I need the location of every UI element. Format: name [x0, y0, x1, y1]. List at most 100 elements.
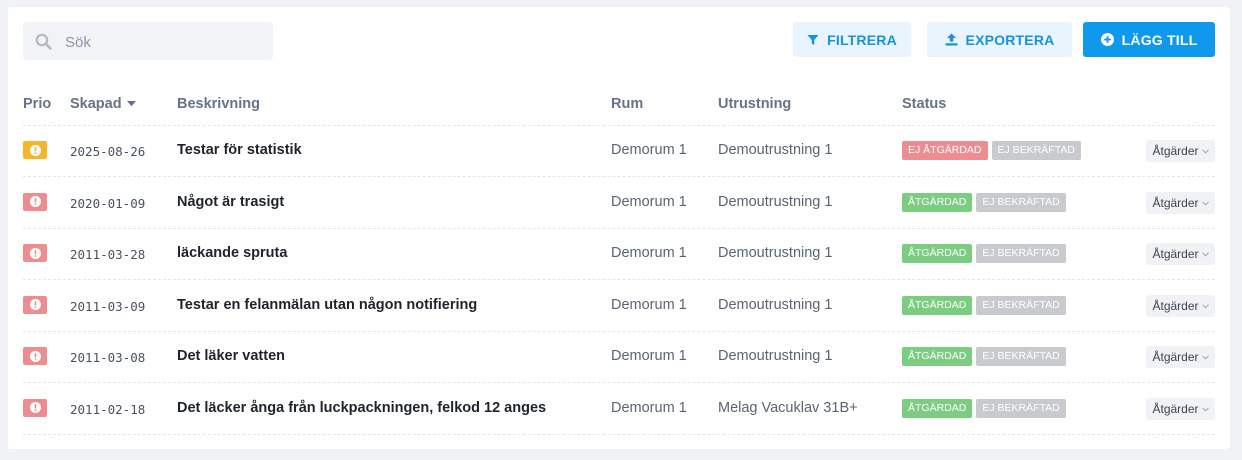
column-header-room[interactable]: Rum: [611, 96, 643, 112]
report-description[interactable]: Testar för statistik: [177, 142, 302, 158]
created-date: 2011-03-28: [70, 247, 146, 262]
search-icon: [35, 33, 52, 50]
status-badges: ÅTGÄRDAD EJ BEKRÄFTAD: [902, 244, 1066, 263]
actions-dropdown-label: Åtgärder: [1152, 401, 1199, 416]
status-badge: EJ ÅTGÄRDAD: [902, 141, 988, 160]
report-description[interactable]: Testar en felanmälan utan någon notifier…: [177, 297, 477, 313]
add-button-label: LÄGG TILL: [1121, 31, 1198, 48]
chevron-down-icon: [1201, 200, 1209, 206]
equipment-name: Demoutrustning 1: [718, 193, 833, 210]
search-box[interactable]: [23, 22, 273, 62]
table-row[interactable]: 2011-02-18 Det läcker ånga från luckpackn…: [23, 383, 1215, 435]
chevron-down-icon: [1201, 149, 1209, 154]
created-date: 2011-03-09: [70, 298, 146, 314]
created-date: 2011-03-08: [70, 350, 146, 365]
priority-badge: [23, 398, 47, 417]
confirmation-badge: EJ BEKRÄFTAD: [976, 347, 1066, 366]
room-name: Demorum 1: [611, 193, 687, 210]
actions-dropdown[interactable]: Åtgärder: [1146, 397, 1215, 420]
table-row[interactable]: 2011-03-08 Det läker vatten Demorum 1 Demou…: [23, 331, 1215, 383]
alert-icon: [29, 299, 41, 310]
priority-badge: [23, 244, 47, 262]
actions-dropdown-label: Åtgärder: [1152, 350, 1199, 364]
table-header: Prio Skapad Beskrivning Rum Utrustning S…: [23, 89, 1215, 126]
confirmation-badge: EJ BEKRÄFTAD: [976, 192, 1066, 212]
filter-button-label: FILTRERA: [827, 31, 897, 48]
report-list-card: FILTRERA EXPORTERA LÄGG TILL Prio Skapad…: [8, 7, 1230, 449]
actions-dropdown[interactable]: Åtgärder: [1146, 140, 1215, 162]
alert-icon: [29, 402, 41, 413]
report-description[interactable]: läckande spruta: [177, 245, 287, 261]
status-badge: ÅTGÄRDAD: [902, 244, 973, 263]
created-date: 2020-01-09: [70, 195, 146, 211]
room-name: Demorum 1: [611, 245, 687, 261]
report-description[interactable]: Något är trasigt: [177, 194, 284, 210]
confirmation-badge: EJ BEKRÄFTAD: [976, 295, 1066, 315]
actions-dropdown-label: Åtgärder: [1152, 247, 1199, 261]
priority-badge: [23, 295, 47, 314]
chevron-down-icon: [1201, 355, 1209, 360]
export-button-label: EXPORTERA: [965, 31, 1055, 48]
actions-dropdown[interactable]: Åtgärder: [1146, 191, 1215, 214]
chevron-down-icon: [1201, 252, 1209, 257]
status-badge: ÅTGÄRDAD: [902, 398, 973, 418]
actions-dropdown-label: Åtgärder: [1152, 195, 1199, 210]
alert-icon: [29, 247, 41, 259]
status-badge: ÅTGÄRDAD: [902, 347, 973, 366]
room-name: Demorum 1: [611, 348, 687, 364]
actions-dropdown-label: Åtgärder: [1152, 298, 1199, 313]
plus-circle-icon: [1100, 33, 1114, 46]
table-row[interactable]: 2020-01-09 Något är trasigt Demorum 1 Demou…: [23, 177, 1215, 229]
actions-dropdown[interactable]: Åtgärder: [1146, 346, 1215, 368]
room-name: Demorum 1: [611, 399, 687, 416]
actions-dropdown[interactable]: Åtgärder: [1146, 294, 1215, 317]
equipment-name: Demoutrustning 1: [718, 142, 833, 158]
created-date: 2025-08-26: [70, 144, 146, 159]
actions-dropdown-label: Åtgärder: [1152, 144, 1199, 158]
column-header-description[interactable]: Beskrivning: [177, 96, 260, 112]
equipment-name: Demoutrustning 1: [718, 245, 833, 261]
table-row[interactable]: 2011-03-09 Testar en felanmälan utan någo…: [23, 280, 1215, 332]
filter-icon: [807, 34, 819, 45]
status-badges: ÅTGÄRDAD EJ BEKRÄFTAD: [902, 295, 1066, 315]
status-badge: ÅTGÄRDAD: [902, 192, 973, 212]
confirmation-badge: EJ BEKRÄFTAD: [976, 398, 1066, 418]
actions-dropdown[interactable]: Åtgärder: [1146, 243, 1215, 265]
report-description[interactable]: Det läcker ånga från luckpackningen, fel…: [177, 400, 546, 416]
room-name: Demorum 1: [611, 296, 687, 313]
equipment-name: Melag Vacuklav 31B+: [718, 399, 858, 416]
equipment-name: Demoutrustning 1: [718, 348, 833, 364]
room-name: Demorum 1: [611, 142, 687, 158]
priority-badge: [23, 347, 47, 365]
status-badges: EJ ÅTGÄRDAD EJ BEKRÄFTAD: [902, 141, 1081, 160]
search-input[interactable]: [63, 22, 267, 62]
upload-icon: [945, 33, 958, 46]
sort-down-icon: [126, 101, 136, 107]
priority-badge: [23, 141, 47, 159]
confirmation-badge: EJ BEKRÄFTAD: [991, 141, 1081, 160]
alert-icon: [29, 196, 41, 207]
export-button[interactable]: EXPORTERA: [927, 22, 1072, 57]
equipment-name: Demoutrustning 1: [718, 296, 833, 313]
status-badges: ÅTGÄRDAD EJ BEKRÄFTAD: [902, 398, 1066, 418]
column-header-equipment[interactable]: Utrustning: [718, 96, 791, 112]
status-badges: ÅTGÄRDAD EJ BEKRÄFTAD: [902, 192, 1066, 212]
report-description[interactable]: Det läker vatten: [177, 348, 285, 364]
column-header-prio[interactable]: Prio: [23, 96, 51, 112]
filter-button[interactable]: FILTRERA: [793, 22, 911, 57]
created-date: 2011-02-18: [70, 401, 146, 417]
column-header-created[interactable]: Skapad: [70, 96, 136, 112]
table-row[interactable]: 2025-08-26 Testar för statistik Demorum 1 D…: [23, 125, 1215, 177]
chevron-down-icon: [1201, 303, 1209, 309]
column-header-created-label: Skapad: [70, 96, 122, 112]
alert-icon: [29, 144, 41, 156]
confirmation-badge: EJ BEKRÄFTAD: [976, 244, 1066, 263]
add-button[interactable]: LÄGG TILL: [1083, 22, 1215, 57]
table-row[interactable]: 2011-03-28 läckande spruta Demorum 1 Demout…: [23, 228, 1215, 280]
status-badges: ÅTGÄRDAD EJ BEKRÄFTAD: [902, 347, 1066, 366]
column-header-status[interactable]: Status: [902, 96, 946, 112]
priority-badge: [23, 192, 47, 211]
chevron-down-icon: [1201, 406, 1209, 412]
alert-icon: [29, 350, 41, 362]
status-badge: ÅTGÄRDAD: [902, 295, 973, 315]
